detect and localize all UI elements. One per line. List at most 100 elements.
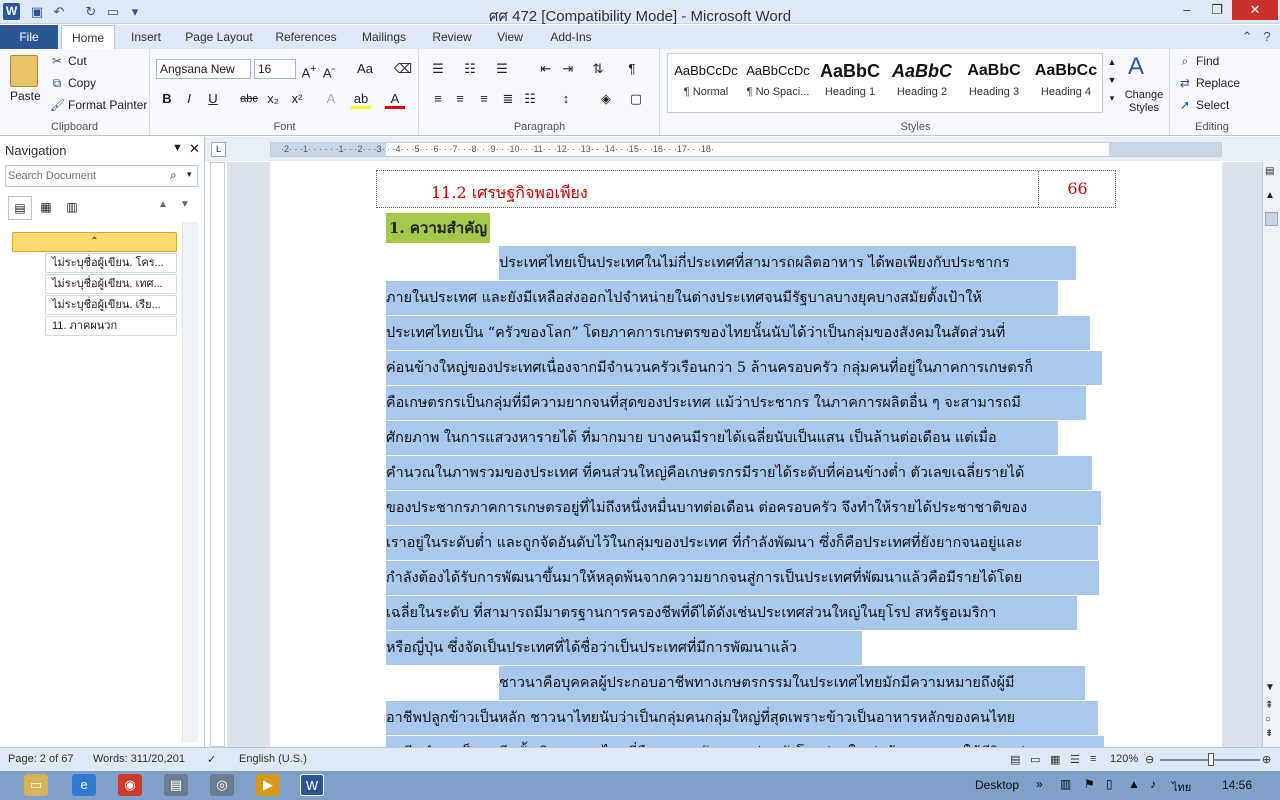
cut-button[interactable]: ✂ Cut — [50, 54, 87, 68]
multilevel-list-icon[interactable]: ☰ — [492, 59, 512, 79]
tab-page-layout[interactable]: Page Layout — [180, 25, 258, 49]
body-line[interactable]: ของประชากรภาคการเกษตรอยู่ที่ไม่ถึงหนึ่งห… — [386, 491, 1101, 525]
styles-scroll-icon[interactable]: ▲ ▼ ▾ — [1105, 53, 1119, 113]
tab-add-ins[interactable]: Add-Ins — [542, 25, 600, 49]
volume-icon[interactable]: ♪ — [1150, 777, 1156, 791]
tab-view[interactable]: View — [490, 25, 530, 49]
chrome-icon[interactable]: ◉ — [118, 774, 142, 796]
input-language[interactable]: ไทย — [1172, 778, 1191, 796]
tab-file[interactable]: File — [0, 25, 58, 49]
subscript-icon[interactable]: x₂ — [263, 89, 283, 109]
style-no-spacing[interactable]: AaBbCcDc ¶ No Spaci... — [742, 56, 814, 110]
body-line[interactable]: ศักยภาพ ในการแสวงหารายได้ ที่มากมาย บางค… — [386, 421, 1058, 455]
copy-button[interactable]: ⧉ Copy — [50, 76, 96, 91]
word-count[interactable]: Words: 311/20,201 — [93, 753, 185, 765]
restore-button[interactable]: ❐ — [1202, 0, 1232, 20]
tab-mailings[interactable]: Mailings — [354, 25, 414, 49]
language-indicator[interactable]: English (U.S.) — [239, 753, 307, 765]
change-styles-icon[interactable]: A — [1128, 53, 1144, 81]
underline-icon[interactable]: U — [203, 89, 223, 109]
italic-icon[interactable]: I — [179, 89, 199, 109]
change-styles-button[interactable]: Change Styles — [1122, 89, 1166, 115]
paste-button[interactable]: Paste — [10, 89, 41, 103]
find-button[interactable]: ⌕ Find — [1178, 54, 1220, 69]
camera-icon[interactable]: ◎ — [210, 774, 234, 796]
distributed-icon[interactable]: ☷ — [520, 89, 540, 109]
zoom-slider-thumb[interactable] — [1208, 753, 1214, 766]
body-line[interactable]: ภายในประเทศ และยังมีเหลือส่งออกไปจำหน่าย… — [386, 281, 1058, 315]
style-heading-3[interactable]: AaBbC Heading 3 — [958, 56, 1030, 110]
body-line[interactable]: เฉลี่ยในระดับ ที่สามารถมีมาตรฐานการครองช… — [386, 596, 1077, 630]
tab-selector-icon[interactable]: L — [211, 142, 226, 157]
vertical-ruler[interactable] — [210, 162, 225, 747]
view-ruler-icon[interactable]: ▤ — [1265, 166, 1274, 177]
replace-button[interactable]: ⇄ Replace — [1178, 76, 1240, 90]
previous-page-icon[interactable]: ⇞ — [1265, 700, 1273, 711]
search-document-box[interactable]: ⌕ ▾ — [5, 165, 198, 187]
nav-heading-item[interactable]: ไม่ระบุชื่อผู้เขียน. โคร... — [45, 253, 177, 273]
tab-home[interactable]: Home — [61, 25, 115, 49]
body-line[interactable]: คือเกษตรกรเป็นกลุ่มที่มีความยากจนที่สุดข… — [386, 386, 1086, 420]
justify-icon[interactable]: ≣ — [498, 89, 518, 109]
tab-review[interactable]: Review — [426, 25, 478, 49]
borders-icon[interactable]: ▢ — [626, 89, 646, 109]
body-line[interactable]: กำลังต้องได้รับการพัฒนาขึ้นมาให้หลุดพ้นจ… — [386, 561, 1099, 595]
proofing-icon[interactable]: ✓ — [207, 753, 216, 766]
align-center-icon[interactable]: ≡ — [450, 89, 470, 109]
horizontal-ruler[interactable]: ·2· · ·1· · · · · ·1· · ·2· · ·3· · ·4· … — [270, 142, 1222, 157]
body-line[interactable]: อาชีพทำนาเป็นอาชีพดั้งเดิมของคนไทยที่สืบ… — [386, 736, 1104, 747]
body-line[interactable]: ชาวนาคือบุคคลผู้ประกอบอาชีพทางเกษตรกรรมใ… — [499, 666, 1085, 700]
headings-view-icon[interactable]: ▤ — [8, 196, 32, 220]
minimize-button[interactable]: – — [1172, 0, 1202, 20]
scroll-up-icon[interactable]: ▲ — [1265, 190, 1275, 201]
nav-current-heading[interactable]: ⌃ — [12, 232, 177, 252]
close-pane-icon[interactable]: ✕ — [189, 141, 200, 157]
style-heading-4[interactable]: AaBbCc Heading 4 — [1030, 56, 1102, 110]
select-button[interactable]: ➚ Select — [1178, 98, 1229, 112]
font-color-icon[interactable]: A — [385, 89, 405, 109]
section-heading[interactable]: 1. ความสำคัญ — [386, 213, 491, 243]
decrease-indent-icon[interactable]: ⇤ — [536, 59, 556, 79]
nav-heading-item[interactable]: ไม่ระบุชื่อผู้เขียน. เรีย... — [45, 295, 177, 315]
style-heading-2[interactable]: AaBbC Heading 2 — [886, 56, 958, 110]
change-case-icon[interactable]: Aa — [355, 59, 375, 79]
highlight-icon[interactable]: ab — [351, 89, 371, 109]
text-effects-icon[interactable]: A — [321, 89, 341, 109]
search-input[interactable] — [8, 168, 168, 184]
format-painter-button[interactable]: 🖌 Format Painter — [50, 98, 147, 112]
font-size-combo[interactable]: 16 — [254, 59, 296, 79]
line-spacing-icon[interactable]: ↕ — [556, 89, 576, 109]
previous-heading-icon[interactable]: ▲ — [158, 199, 168, 210]
search-icon[interactable]: ⌕ — [170, 168, 177, 183]
page-count[interactable]: Page: 2 of 67 — [8, 753, 73, 765]
web-layout-icon[interactable]: ▦ — [1050, 753, 1060, 766]
style-normal[interactable]: AaBbCcDc ¶ Normal — [670, 56, 742, 110]
body-line[interactable]: คำนวณในภาพรวมของประเทศ ที่คนส่วนใหญ่คือเ… — [386, 456, 1092, 490]
chevron-down-icon[interactable]: ▾ — [187, 169, 192, 180]
grow-font-icon[interactable]: A+ — [299, 59, 319, 80]
show-hidden-icons-icon[interactable]: » — [1036, 777, 1043, 791]
font-name-combo[interactable]: Angsana New — [156, 59, 251, 79]
increase-indent-icon[interactable]: ⇥ — [558, 59, 578, 79]
bold-icon[interactable]: B — [157, 89, 177, 109]
zoom-in-icon[interactable]: ⊕ — [1262, 753, 1271, 766]
superscript-icon[interactable]: x² — [287, 89, 307, 109]
clear-formatting-icon[interactable]: ⌫ — [393, 59, 413, 79]
scroll-thumb[interactable] — [1265, 212, 1278, 226]
show-formatting-icon[interactable]: ¶ — [622, 59, 642, 79]
print-layout-icon[interactable]: ▤ — [1010, 753, 1020, 766]
zoom-level[interactable]: 120% — [1110, 753, 1138, 765]
internet-explorer-icon[interactable]: e — [72, 774, 96, 796]
minimize-ribbon-icon[interactable]: ⌃ — [1238, 28, 1256, 46]
pane-options-icon[interactable]: ▼ — [172, 142, 183, 154]
body-line[interactable]: อาชีพปลูกข้าวเป็นหลัก ชาวนาไทยนับว่าเป็น… — [386, 701, 1098, 735]
paste-icon[interactable] — [10, 55, 38, 87]
battery-icon[interactable]: ▯ — [1106, 777, 1113, 791]
shading-icon[interactable]: ◈ — [596, 89, 616, 109]
document-page[interactable]: 11.2 เศรษฐกิจพอเพียง 66 1. ความสำคัญ ประ… — [270, 162, 1222, 747]
numbering-icon[interactable]: ☷ — [460, 59, 480, 79]
style-heading-1[interactable]: AaBbC Heading 1 — [814, 56, 886, 110]
align-left-icon[interactable]: ≡ — [428, 89, 448, 109]
body-line[interactable]: หรือญี่ปุ่น ซึ่งจัดเป็นประเทศที่ได้ชื่อว… — [386, 631, 862, 665]
shrink-font-icon[interactable]: A- — [319, 59, 339, 80]
